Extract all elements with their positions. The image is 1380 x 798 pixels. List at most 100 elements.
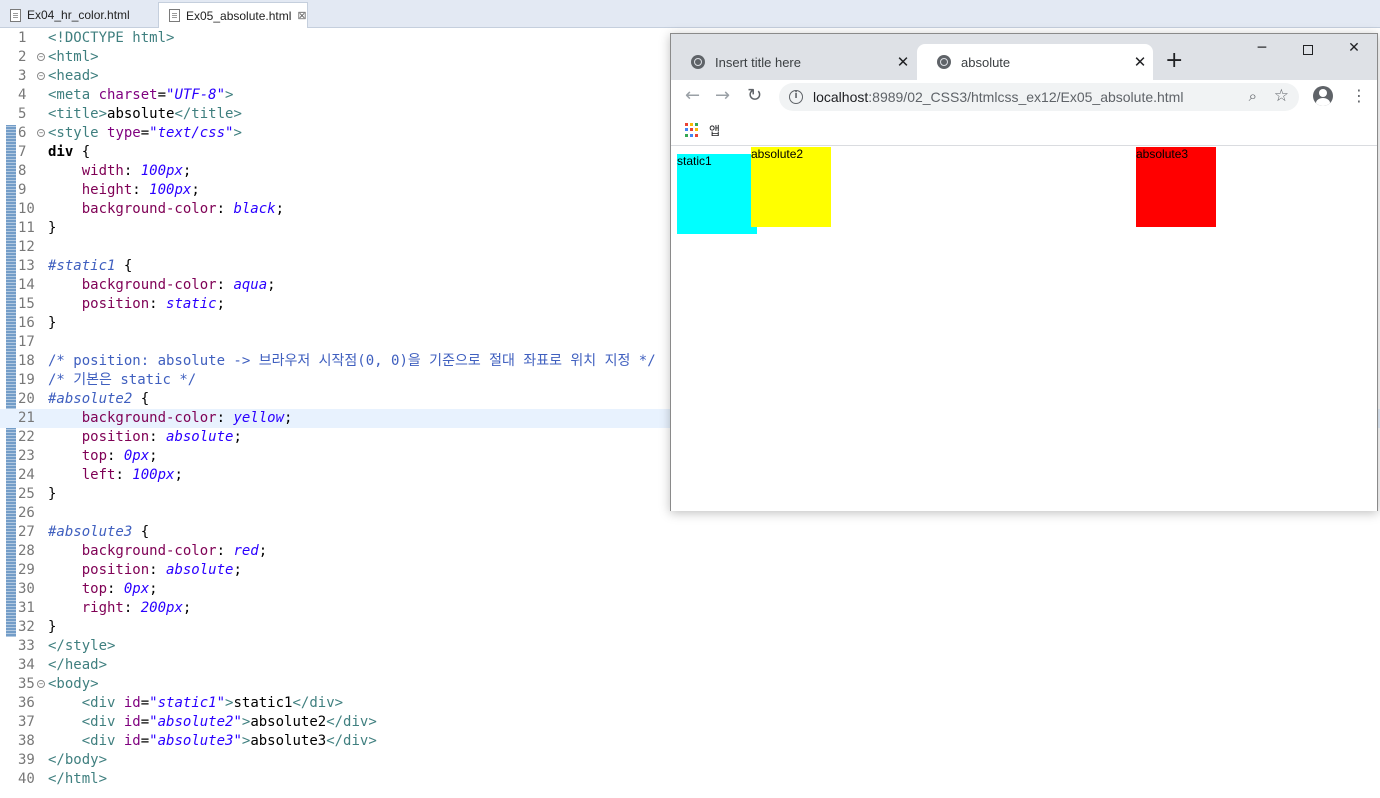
- line-number: 29: [18, 562, 35, 578]
- code-line[interactable]: 34 </head>: [0, 656, 1380, 675]
- close-tab-icon[interactable]: ⊠: [297, 9, 306, 22]
- minimize-button[interactable]: ─: [1247, 40, 1277, 62]
- code-token: top: [81, 448, 108, 464]
- code-token: :: [115, 467, 133, 483]
- code-token: id: [123, 695, 141, 711]
- code-token: ;: [284, 410, 293, 426]
- code-line[interactable]: 31 right: 200px;: [0, 599, 1380, 618]
- forward-arrow-icon[interactable]: →: [715, 85, 730, 106]
- code-token: #absolute2: [48, 391, 133, 407]
- line-number: 18: [18, 353, 35, 369]
- code-text: background-color: aqua;: [48, 276, 276, 295]
- code-token: position: [81, 429, 150, 445]
- editor-tab-label: Ex04_hr_color.html: [27, 8, 130, 22]
- code-line[interactable]: 37 <div id="absolute2">absolute2</div>: [0, 713, 1380, 732]
- line-number: 8: [18, 163, 27, 179]
- code-token: static: [166, 296, 217, 312]
- menu-icon[interactable]: ⋮: [1351, 86, 1367, 105]
- code-line[interactable]: 33 </style>: [0, 637, 1380, 656]
- line-number: 2: [18, 49, 27, 65]
- code-token: {: [132, 391, 150, 407]
- code-token: <div: [81, 733, 124, 749]
- new-tab-button[interactable]: +: [1165, 48, 1183, 73]
- code-token: width: [81, 163, 124, 179]
- close-window-button[interactable]: ✕: [1339, 40, 1369, 62]
- profile-icon[interactable]: [1313, 86, 1333, 106]
- code-token: 0px: [123, 448, 150, 464]
- browser-tab-insert-title[interactable]: Insert title here ✕: [671, 44, 916, 80]
- code-token: :: [123, 600, 141, 616]
- editor-tab-ex04[interactable]: Ex04_hr_color.html: [0, 2, 155, 28]
- line-number: 6: [18, 125, 27, 141]
- code-line[interactable]: 28 background-color: red;: [0, 542, 1380, 561]
- code-text: height: 100px;: [48, 181, 200, 200]
- code-token: ;: [233, 429, 242, 445]
- box-label: static1: [677, 154, 712, 168]
- browser-tab-absolute[interactable]: absolute ✕: [917, 44, 1153, 80]
- browser-tab-title: absolute: [961, 54, 1011, 70]
- code-token: </div>: [326, 733, 377, 749]
- editor-tab-bar: Ex04_hr_color.html Ex05_absolute.html ⊠: [0, 0, 1380, 28]
- code-token: "absolute2": [149, 714, 242, 730]
- line-number: 23: [18, 448, 35, 464]
- code-line[interactable]: 36 <div id="static1">static1</div>: [0, 694, 1380, 713]
- code-token: =: [140, 125, 150, 141]
- code-line[interactable]: 38 <div id="absolute3">absolute3</div>: [0, 732, 1380, 751]
- code-token: }: [48, 486, 57, 502]
- code-token: ;: [267, 277, 276, 293]
- back-arrow-icon[interactable]: ←: [685, 85, 700, 106]
- close-tab-icon[interactable]: ✕: [890, 53, 916, 71]
- line-number: 16: [18, 315, 35, 331]
- reload-icon[interactable]: ↻: [747, 85, 762, 106]
- apps-label[interactable]: 앱: [709, 122, 720, 139]
- fold-toggle-icon[interactable]: −: [37, 129, 45, 137]
- address-bar[interactable]: i localhost:8989/02_CSS3/htmlcss_ex12/Ex…: [779, 83, 1299, 111]
- line-number: 28: [18, 543, 35, 559]
- code-line[interactable]: 30 top: 0px;: [0, 580, 1380, 599]
- fold-toggle-icon[interactable]: −: [37, 72, 45, 80]
- code-token: left: [81, 467, 116, 483]
- code-line[interactable]: 35− <body>: [0, 675, 1380, 694]
- code-token: background-color: [81, 410, 217, 426]
- line-number: 34: [18, 657, 35, 673]
- fold-toggle-icon[interactable]: −: [37, 680, 45, 688]
- line-number: 11: [18, 220, 35, 236]
- code-token: 200px: [140, 600, 183, 616]
- info-icon[interactable]: i: [789, 90, 803, 104]
- code-text: <div id="absolute2">absolute2</div>: [48, 713, 377, 732]
- code-token: <title>: [48, 106, 108, 122]
- line-number: 22: [18, 429, 35, 445]
- code-token: ;: [275, 201, 285, 217]
- code-line[interactable]: 39 </body>: [0, 751, 1380, 770]
- code-text: right: 200px;: [48, 599, 192, 618]
- html-file-icon: [10, 8, 21, 22]
- code-line[interactable]: 40 </html>: [0, 770, 1380, 789]
- code-token: absolute: [166, 429, 234, 445]
- code-token: =: [140, 714, 150, 730]
- bookmark-star-icon[interactable]: ☆: [1274, 86, 1289, 106]
- apps-grid-dot: [690, 133, 693, 137]
- maximize-button[interactable]: [1293, 40, 1323, 62]
- code-token: :: [123, 163, 141, 179]
- line-number: 4: [18, 87, 27, 103]
- code-token: </div>: [326, 714, 377, 730]
- code-token: "text/css": [149, 125, 234, 141]
- editor-tab-ex05[interactable]: Ex05_absolute.html ⊠: [158, 2, 308, 28]
- code-token: <html>: [48, 49, 99, 65]
- apps-grid-icon[interactable]: [685, 123, 699, 137]
- fold-toggle-icon[interactable]: −: [37, 53, 45, 61]
- code-line[interactable]: 27 #absolute3 {: [0, 523, 1380, 542]
- code-token: static1: [233, 695, 293, 711]
- code-line[interactable]: 32}: [0, 618, 1380, 637]
- zoom-icon[interactable]: ⌕: [1249, 88, 1257, 105]
- code-text: </head>: [48, 656, 107, 675]
- code-token: right: [81, 600, 124, 616]
- code-line[interactable]: 29 position: absolute;: [0, 561, 1380, 580]
- close-tab-icon[interactable]: ✕: [1127, 53, 1153, 71]
